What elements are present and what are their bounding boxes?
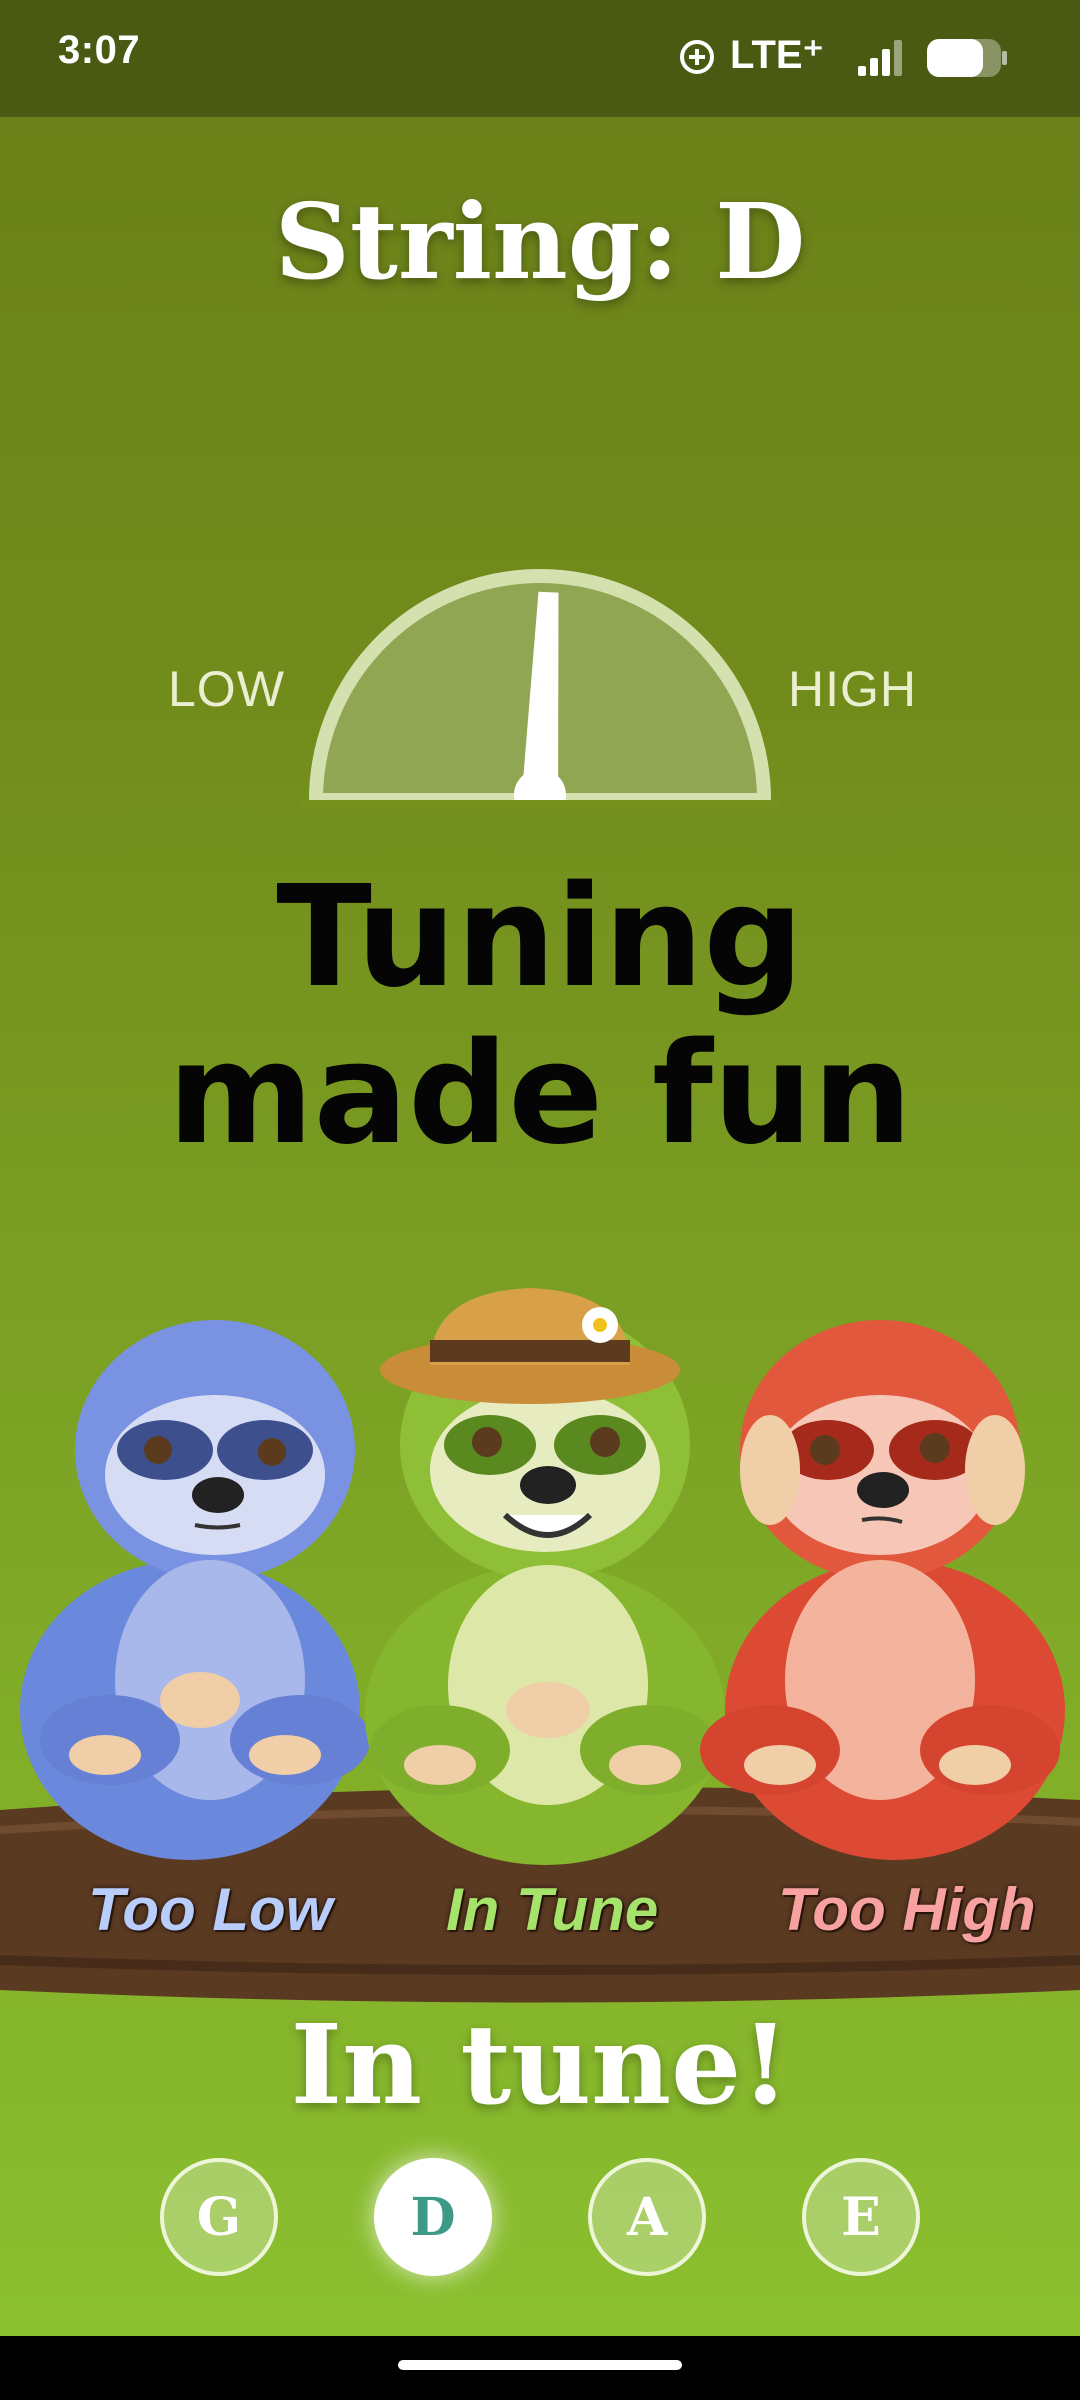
tagline-line-2: made fun <box>167 1012 913 1176</box>
gauge-high-label: HIGH <box>788 661 917 717</box>
sloth-too-low <box>20 1320 370 1860</box>
battery-icon <box>927 39 1007 77</box>
string-button-d[interactable]: D <box>374 2158 492 2276</box>
label-too-high: Too High <box>778 1876 1036 1943</box>
label-too-low: Too Low <box>88 1876 333 1943</box>
home-indicator[interactable] <box>398 2360 682 2370</box>
status-icons: LTE⁺ <box>680 30 1080 90</box>
navigation-bar <box>0 2336 1080 2400</box>
sloth-mascots: Too Low In Tune Too High <box>0 1270 1080 2010</box>
network-type: LTE⁺ <box>730 33 824 77</box>
tuning-gauge: LOW HIGH <box>0 560 1080 820</box>
label-in-tune: In Tune <box>446 1876 659 1943</box>
status-bar: 3:07 LTE⁺ <box>0 0 1080 117</box>
sloth-in-tune <box>365 1288 725 1865</box>
string-button-e[interactable]: E <box>802 2158 920 2276</box>
status-time: 3:07 <box>58 28 141 72</box>
tuning-status-message: In tune! <box>290 2000 790 2129</box>
string-button-a[interactable]: A <box>588 2158 706 2276</box>
app-screen: 3:07 LTE⁺ String: D LOW HIGH Tuning made… <box>0 0 1080 2336</box>
signal-icon <box>858 40 902 76</box>
gauge-low-label: LOW <box>168 661 285 717</box>
tagline-line-1: Tuning <box>276 856 804 1019</box>
sync-icon <box>680 40 714 74</box>
tagline: Tuning made fun <box>0 856 1080 1176</box>
string-selector: G D A E <box>0 2158 1080 2280</box>
current-string-title: String: D <box>274 180 806 303</box>
sloth-too-high <box>700 1320 1065 1860</box>
gauge-dial <box>300 569 780 810</box>
string-button-g[interactable]: G <box>160 2158 278 2276</box>
